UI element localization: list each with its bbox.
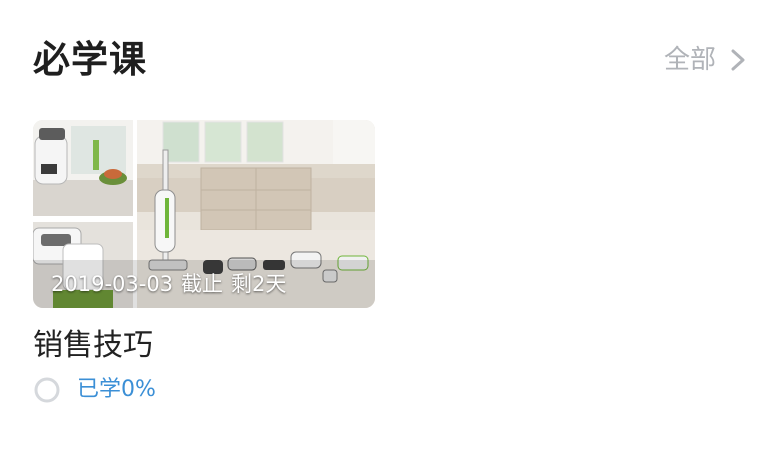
view-all-label: 全部 <box>663 45 716 75</box>
section-header: 必学课 全部 <box>0 0 774 120</box>
section-title: 必学课 <box>33 38 147 81</box>
view-all-link[interactable]: 全部 <box>664 40 746 80</box>
course-title[interactable]: 销售技巧 <box>33 326 153 366</box>
remaining-days: 剩2天 <box>231 272 287 296</box>
deadline-date: 2019-03-03 <box>51 272 174 296</box>
deadline-label: 截止 <box>181 272 224 296</box>
progress-label: 已学0% <box>77 377 156 402</box>
progress-ring-icon <box>34 377 60 403</box>
deadline-text: 2019-03-03 截止 剩2天 <box>51 270 294 298</box>
required-courses-screen: 必学课 全部 2019-03-03 截止 剩2天 销售技巧 已学0% <box>0 0 774 454</box>
chevron-right-icon <box>731 49 745 71</box>
course-card[interactable]: 2019-03-03 截止 剩2天 销售技巧 已学0% <box>33 120 375 410</box>
course-cover-image[interactable]: 2019-03-03 截止 剩2天 <box>33 120 375 308</box>
progress-row: 已学0% <box>33 374 156 406</box>
